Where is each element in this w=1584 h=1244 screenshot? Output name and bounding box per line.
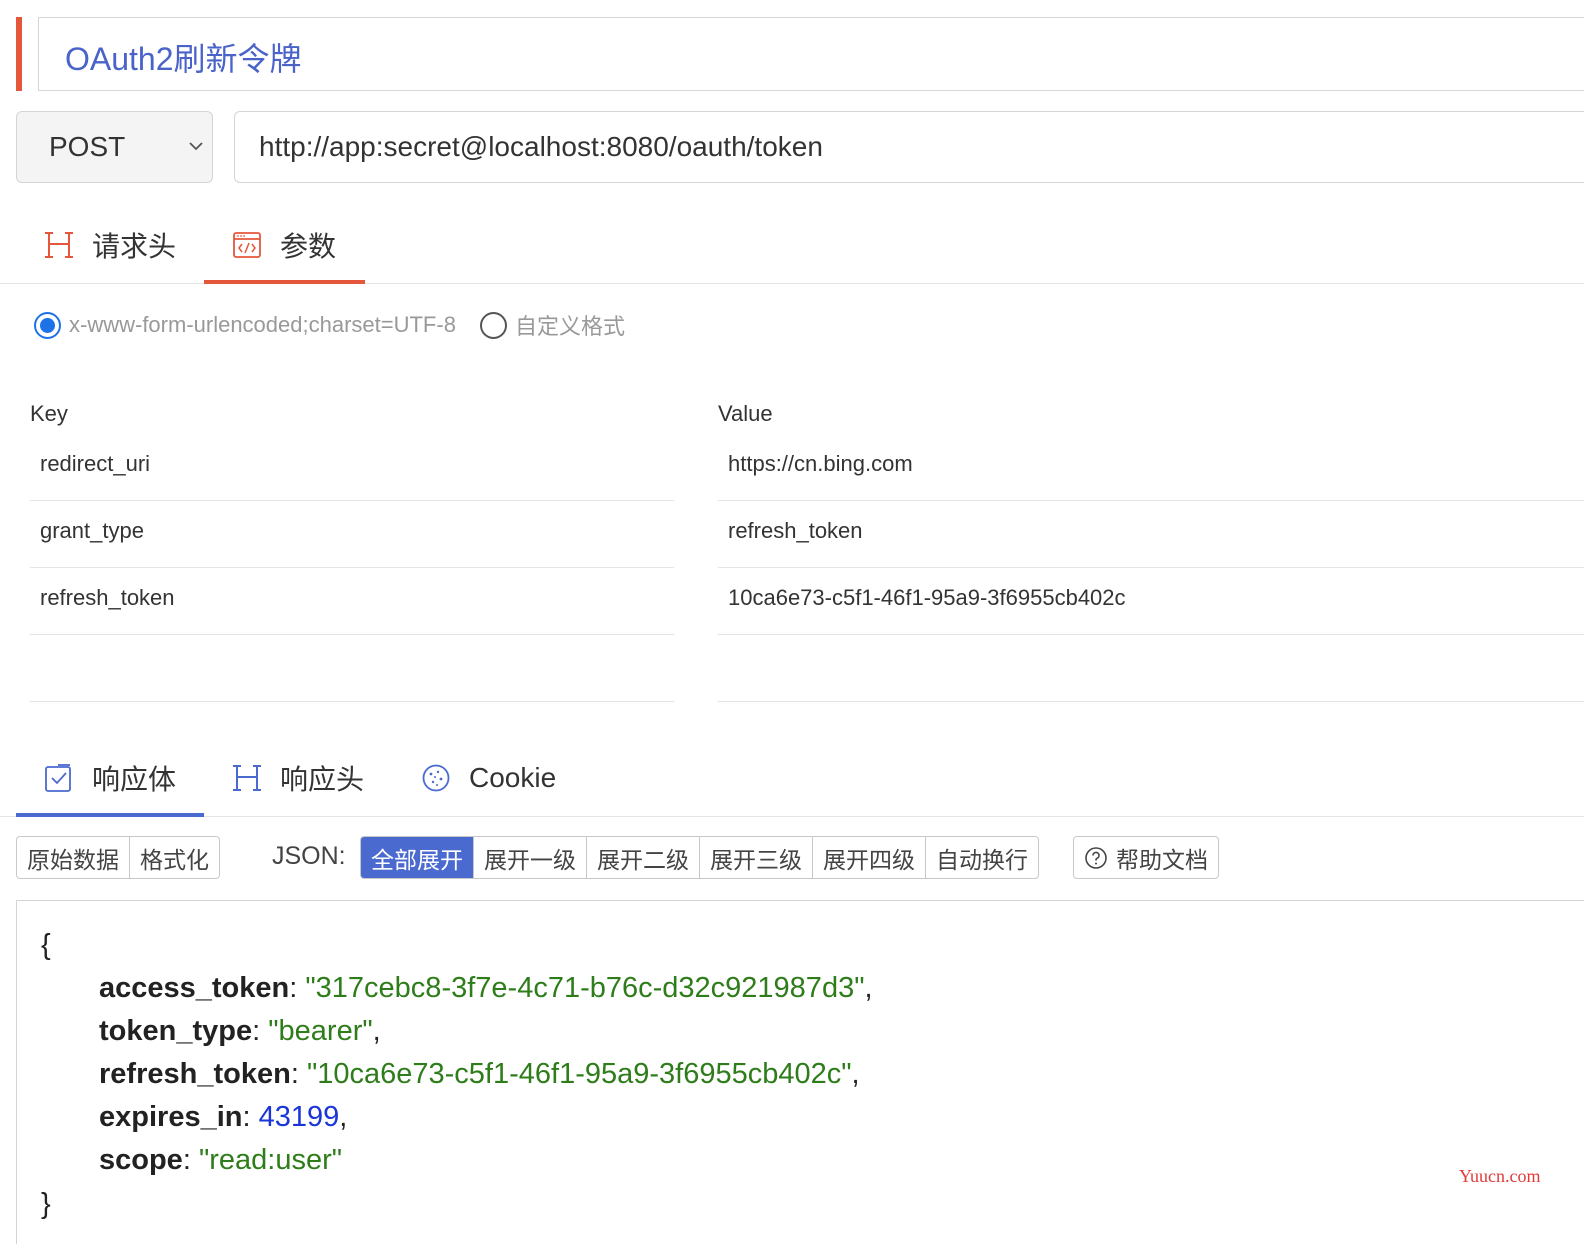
tab-params[interactable]: 参数 <box>232 206 336 283</box>
param-value-input-empty[interactable] <box>718 635 1584 702</box>
expand-level-2-button[interactable]: 展开二级 <box>587 837 700 878</box>
method-value: POST <box>49 131 126 162</box>
expand-level-3-button[interactable]: 展开三级 <box>700 837 813 878</box>
active-tab-indicator <box>16 813 204 817</box>
tab-cookie[interactable]: Cookie <box>421 740 556 816</box>
param-key-text: refresh_token <box>40 585 175 610</box>
json-entry: token_type: "bearer", <box>99 1015 381 1047</box>
format-button[interactable]: 格式化 <box>130 837 219 878</box>
param-key-input[interactable]: redirect_uri <box>30 434 674 501</box>
active-tab-indicator <box>204 280 365 284</box>
view-mode-group: 原始数据 格式化 <box>16 836 220 879</box>
tab-response-body-label: 响应体 <box>92 764 177 795</box>
body-format-options: x-www-form-urlencoded;charset=UTF-8 自定义格… <box>34 309 625 341</box>
title-accent-bar <box>16 17 22 91</box>
radio-custom-format-label[interactable]: 自定义格式 <box>515 309 625 341</box>
request-title: OAuth2刷新令牌 <box>65 41 302 77</box>
json-label: JSON: <box>272 842 346 870</box>
request-title-field[interactable]: OAuth2刷新令牌 <box>38 17 1584 91</box>
param-key-input[interactable]: grant_type <box>30 501 674 568</box>
param-key-input[interactable]: refresh_token <box>30 568 674 635</box>
tab-response-headers[interactable]: 响应头 <box>232 740 364 816</box>
param-key-text: redirect_uri <box>40 451 151 476</box>
header-h-icon <box>45 231 73 258</box>
checkbox-icon <box>45 764 71 792</box>
json-entry: expires_in: 43199, <box>99 1101 348 1133</box>
param-key-input-empty[interactable] <box>30 635 674 702</box>
url-input[interactable]: http://app:secret@localhost:8080/oauth/t… <box>234 111 1584 183</box>
question-circle-icon <box>1085 846 1107 869</box>
tab-headers[interactable]: 请求头 <box>44 206 176 283</box>
help-docs-label: 帮助文档 <box>1116 846 1208 873</box>
expand-all-button[interactable]: 全部展开 <box>361 837 474 878</box>
json-open-brace: { <box>41 929 51 961</box>
header-h-icon <box>233 765 261 791</box>
expand-level-4-button[interactable]: 展开四级 <box>813 837 926 878</box>
param-key-text: grant_type <box>40 518 144 543</box>
param-value-input[interactable]: 10ca6e73-c5f1-46f1-95a9-3f6955cb402c <box>718 568 1584 635</box>
radio-urlencoded[interactable] <box>34 311 61 339</box>
raw-data-button[interactable]: 原始数据 <box>17 837 130 878</box>
json-expand-group: 全部展开 展开一级 展开二级 展开三级 展开四级 自动换行 <box>360 836 1039 879</box>
json-entry: scope: "read:user" <box>99 1144 343 1176</box>
cookie-icon <box>422 764 450 792</box>
watermark: Yuucn.com <box>1459 1166 1541 1186</box>
request-tabs: 请求头 参数 <box>0 206 1584 284</box>
url-value: http://app:secret@localhost:8080/oauth/t… <box>259 131 823 162</box>
param-value-text: refresh_token <box>728 518 863 543</box>
json-entry: access_token: "317cebc8-3f7e-4c71-b76c-d… <box>99 972 873 1004</box>
response-tabs: 响应体 响应头 Cookie <box>0 740 1584 817</box>
tab-headers-label: 请求头 <box>92 230 177 262</box>
expand-level-1-button[interactable]: 展开一级 <box>474 837 587 878</box>
param-value-input[interactable]: refresh_token <box>718 501 1584 568</box>
json-close-brace: } <box>41 1188 51 1220</box>
help-group: 帮助文档 <box>1073 836 1219 879</box>
chevron-down-icon <box>189 142 203 151</box>
method-select[interactable]: POST <box>16 111 213 183</box>
radio-urlencoded-label[interactable]: x-www-form-urlencoded;charset=UTF-8 <box>69 312 456 338</box>
word-wrap-button[interactable]: 自动换行 <box>926 837 1038 878</box>
json-entry: refresh_token: "10ca6e73-c5f1-46f1-95a9-… <box>99 1058 860 1090</box>
param-value-text: 10ca6e73-c5f1-46f1-95a9-3f6955cb402c <box>728 585 1126 610</box>
response-json-viewer[interactable]: { access_token: "317cebc8-3f7e-4c71-b76c… <box>16 900 1584 1244</box>
code-window-icon <box>233 231 261 258</box>
radio-custom-format[interactable] <box>479 311 507 339</box>
param-value-input[interactable]: https://cn.bing.com <box>718 434 1584 501</box>
tab-cookie-label: Cookie <box>469 762 557 793</box>
tab-response-headers-label: 响应头 <box>280 764 365 795</box>
tab-params-label: 参数 <box>280 230 337 262</box>
tab-response-body[interactable]: 响应体 <box>44 740 176 816</box>
help-docs-button[interactable]: 帮助文档 <box>1074 837 1218 878</box>
param-value-text: https://cn.bing.com <box>728 451 913 476</box>
value-column-header: Value <box>718 401 773 426</box>
key-column-header: Key <box>30 401 68 426</box>
